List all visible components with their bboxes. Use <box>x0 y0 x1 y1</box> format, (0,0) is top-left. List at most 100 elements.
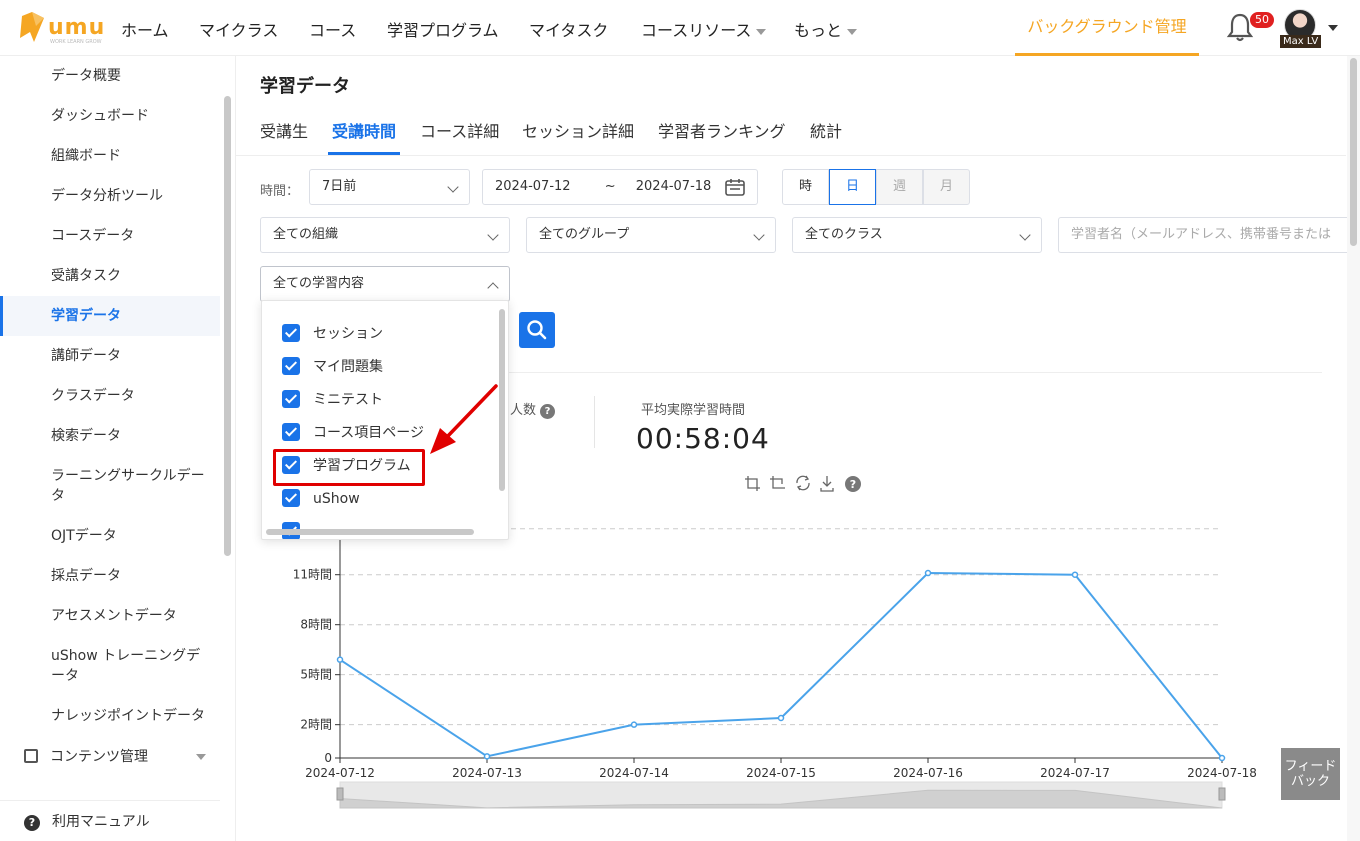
nav-learning-program[interactable]: 学習プログラム <box>387 17 499 41</box>
sidebar-item-ushow-data[interactable]: uShow トレーニングデータ <box>0 646 214 686</box>
sidebar-item-course-data[interactable]: コースデータ <box>0 226 220 246</box>
sidebar-item-dashboard[interactable]: ダッシュボード <box>0 106 220 126</box>
y-tick-label: 11時間 <box>293 568 332 582</box>
checkbox-checked-icon[interactable] <box>282 423 300 441</box>
chevron-down-icon[interactable] <box>1328 25 1338 31</box>
search-button[interactable] <box>519 312 555 348</box>
nav-my-task[interactable]: マイタスク <box>529 17 608 41</box>
granularity-hour[interactable]: 時 <box>782 169 829 205</box>
sidebar-group-content-management[interactable]: コンテンツ管理 <box>24 746 148 766</box>
nav-course-resources-label: コースリソース <box>641 21 752 40</box>
sidebar-item-learning-circle[interactable]: ラーニングサークルデータ <box>0 466 210 506</box>
data-point <box>336 656 344 663</box>
sidebar-item-class-data[interactable]: クラスデータ <box>0 386 220 406</box>
manual-label: 利用マニュアル <box>52 814 150 830</box>
help-icon[interactable]: ? <box>540 404 556 419</box>
tab-study-time[interactable]: 受講時間 <box>332 118 396 142</box>
class-select[interactable]: 全てのクラス <box>792 217 1042 253</box>
chevron-down-icon <box>756 28 767 35</box>
nav-course[interactable]: コース <box>309 17 356 41</box>
period-value: 7日前 <box>322 179 357 194</box>
tab-course-detail[interactable]: コース詳細 <box>420 118 499 142</box>
main-scrollbar[interactable] <box>1347 56 1360 841</box>
sidebar-item-analysis-tool[interactable]: データ分析ツール <box>0 186 220 206</box>
tab-learners[interactable]: 受講生 <box>260 118 308 142</box>
x-tick-label: 2024-07-16 <box>893 766 963 780</box>
option-label: マイ問題集 <box>313 359 383 375</box>
option-label: コース項目ページ <box>313 425 425 441</box>
help-icon: ? <box>24 815 40 831</box>
sidebar-item-search-data[interactable]: 検索データ <box>0 426 220 446</box>
nav-my-class[interactable]: マイクラス <box>199 17 278 41</box>
group-select[interactable]: 全てのグループ <box>526 217 776 253</box>
sidebar-item-grading-data[interactable]: 採点データ <box>0 566 220 586</box>
umu-logo[interactable]: umu WORK LEARN GROW <box>20 12 104 46</box>
checkbox-checked-icon[interactable] <box>282 390 300 408</box>
date-range-picker[interactable]: 2024-07-12 ~ 2024-07-18 <box>482 169 758 205</box>
granularity-day[interactable]: 日 <box>829 169 876 205</box>
stat-avg-time-value: 00:58:04 <box>636 422 770 455</box>
feedback-button[interactable]: フィードバック <box>1281 748 1340 800</box>
granularity-month[interactable]: 月 <box>923 169 970 205</box>
date-start: 2024-07-12 <box>495 179 571 194</box>
chevron-down-icon <box>1019 229 1031 241</box>
checkbox-checked-icon[interactable] <box>282 489 300 507</box>
dropdown-horizontal-scrollbar[interactable] <box>266 529 474 535</box>
nav-more[interactable]: もっと <box>794 17 858 41</box>
x-tick-label: 2024-07-18 <box>1187 766 1257 780</box>
y-tick-label: 5時間 <box>300 668 332 682</box>
sidebar-item-ojt-data[interactable]: OJTデータ <box>0 526 220 546</box>
background-manage-tab[interactable]: バックグラウンド管理 <box>1015 0 1199 56</box>
dropdown-option-my-problems[interactable]: マイ問題集 <box>282 357 383 377</box>
period-select[interactable]: 7日前 <box>309 169 470 205</box>
annotation-arrow-icon <box>430 384 498 454</box>
chevron-down-icon <box>753 229 765 241</box>
x-tick-label: 2024-07-13 <box>452 766 522 780</box>
nav-home[interactable]: ホーム <box>121 17 169 41</box>
x-tick-label: 2024-07-12 <box>305 766 375 780</box>
sidebar-manual-link[interactable]: ? 利用マニュアル <box>0 800 220 831</box>
class-value: 全てのクラス <box>805 227 883 242</box>
tab-statistics[interactable]: 統計 <box>810 118 842 142</box>
tab-learner-ranking[interactable]: 学習者ランキング <box>658 118 786 142</box>
granularity-week[interactable]: 週 <box>876 169 923 205</box>
org-select[interactable]: 全ての組織 <box>260 217 510 253</box>
stat-learner-count-text: 人数 <box>510 403 537 418</box>
top-navigation: umu WORK LEARN GROW ホーム マイクラス コース 学習プログラ… <box>0 0 1360 56</box>
content-select[interactable]: 全ての学習内容 <box>260 266 510 302</box>
calendar-icon <box>725 179 745 196</box>
sidebar-item-knowledge-data[interactable]: ナレッジポイントデータ <box>0 706 220 726</box>
learner-search-placeholder: 学習者名（メールアドレス、携帯番号または <box>1071 227 1332 242</box>
x-tick-label: 2024-07-14 <box>599 766 669 780</box>
dropdown-option-session[interactable]: セッション <box>282 324 383 344</box>
active-tab-indicator <box>328 152 400 155</box>
dropdown-option-course-item-page[interactable]: コース項目ページ <box>282 423 424 443</box>
sidebar-item-learning-data[interactable]: 学習データ <box>0 296 220 336</box>
chevron-down-icon <box>447 181 459 193</box>
page-title: 学習データ <box>260 76 350 97</box>
chevron-down-icon[interactable] <box>196 754 206 760</box>
sidebar-item-assessment-data[interactable]: アセスメントデータ <box>0 606 220 626</box>
sidebar-item-data-overview[interactable]: データ概要 <box>0 66 220 86</box>
chevron-down-icon <box>487 229 499 241</box>
sidebar-item-org-board[interactable]: 組織ボード <box>0 146 220 166</box>
user-name: Max LV <box>1280 35 1322 48</box>
sidebar-scrollbar[interactable] <box>224 96 231 556</box>
main-scrollbar-thumb[interactable] <box>1350 58 1357 246</box>
nav-course-resources[interactable]: コースリソース <box>641 17 767 41</box>
sidebar-item-tasks[interactable]: 受講タスク <box>0 266 220 286</box>
logo-text: umu <box>48 15 106 40</box>
date-end: 2024-07-18 <box>635 179 712 194</box>
learner-search-input[interactable]: 学習者名（メールアドレス、携帯番号または <box>1058 217 1348 253</box>
checkbox-checked-icon[interactable] <box>282 357 300 375</box>
tab-session-detail[interactable]: セッション詳細 <box>522 118 634 142</box>
dropdown-option-mini-test[interactable]: ミニテスト <box>282 390 383 410</box>
x-tick-label: 2024-07-15 <box>746 766 816 780</box>
x-tick-label: 2024-07-17 <box>1040 766 1110 780</box>
checkbox-checked-icon[interactable] <box>282 324 300 342</box>
dropdown-option-ushow[interactable]: uShow <box>282 489 360 509</box>
time-label: 時間： <box>260 184 300 199</box>
nav-more-label: もっと <box>794 21 843 40</box>
data-point <box>1071 571 1079 578</box>
sidebar-item-instructor-data[interactable]: 講師データ <box>0 346 220 366</box>
